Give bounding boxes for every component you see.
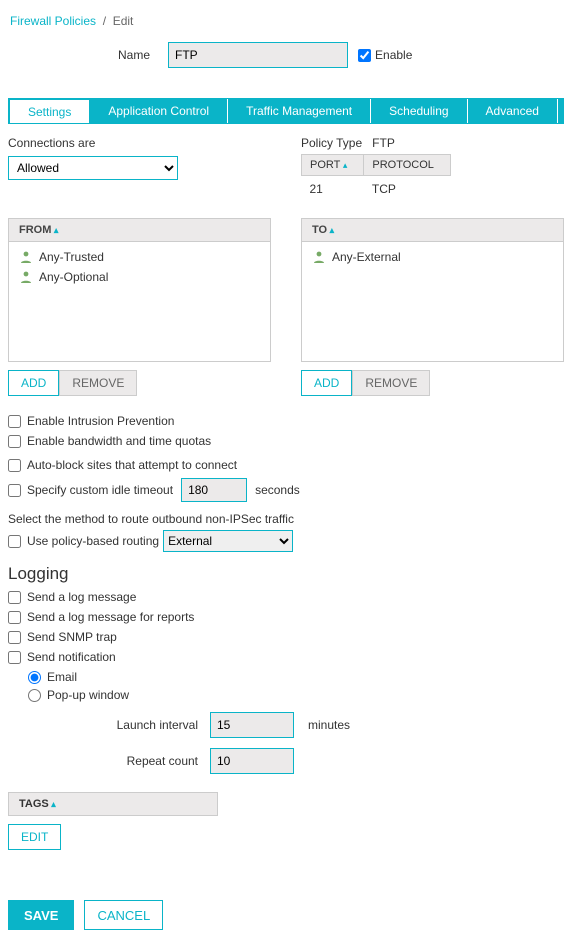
alias-icon xyxy=(19,270,33,284)
notify-label: Send notification xyxy=(27,650,116,664)
tab-settings[interactable]: Settings xyxy=(9,99,90,123)
repeat-count-label: Repeat count xyxy=(8,754,198,768)
notify-checkbox[interactable] xyxy=(8,651,21,664)
cancel-button[interactable]: CANCEL xyxy=(84,900,163,930)
launch-interval-input[interactable] xyxy=(210,712,294,738)
popup-radio[interactable] xyxy=(28,689,41,702)
enable-checkbox[interactable] xyxy=(358,49,371,62)
to-remove-button[interactable]: REMOVE xyxy=(352,370,430,396)
name-label: Name xyxy=(118,48,150,62)
quotas-checkbox[interactable] xyxy=(8,435,21,448)
to-header[interactable]: TO xyxy=(301,218,564,242)
protocol-header[interactable]: PROTOCOL xyxy=(364,155,451,176)
tags-edit-button[interactable]: EDIT xyxy=(8,824,61,850)
port-cell: 21 xyxy=(302,176,364,203)
repeat-count-input[interactable] xyxy=(210,748,294,774)
idle-timeout-label: Specify custom idle timeout xyxy=(27,483,173,497)
protocol-cell: TCP xyxy=(364,176,451,203)
logging-heading: Logging xyxy=(8,564,564,584)
list-item[interactable]: Any-External xyxy=(312,250,553,264)
member-label: Any-Optional xyxy=(39,270,108,284)
idle-timeout-unit: seconds xyxy=(255,483,300,497)
connections-select[interactable]: Allowed xyxy=(8,156,178,180)
connections-label: Connections are xyxy=(8,136,271,150)
list-item[interactable]: Any-Trusted xyxy=(19,250,260,264)
list-item[interactable]: Any-Optional xyxy=(19,270,260,284)
quotas-label: Enable bandwidth and time quotas xyxy=(27,434,211,448)
policy-type-value: FTP xyxy=(372,136,395,150)
from-remove-button[interactable]: REMOVE xyxy=(59,370,137,396)
port-header[interactable]: PORT xyxy=(302,155,364,176)
breadcrumb-parent[interactable]: Firewall Policies xyxy=(10,14,96,28)
snmp-label: Send SNMP trap xyxy=(27,630,117,644)
popup-radio-label: Pop-up window xyxy=(47,688,129,702)
ips-label: Enable Intrusion Prevention xyxy=(27,414,174,428)
from-add-button[interactable]: ADD xyxy=(8,370,59,396)
member-label: Any-External xyxy=(332,250,401,264)
email-radio[interactable] xyxy=(28,671,41,684)
launch-interval-unit: minutes xyxy=(308,718,350,732)
log-report-checkbox[interactable] xyxy=(8,611,21,624)
tab-advanced[interactable]: Advanced xyxy=(468,99,558,123)
from-header[interactable]: FROM xyxy=(8,218,271,242)
launch-interval-label: Launch interval xyxy=(8,718,198,732)
log-report-label: Send a log message for reports xyxy=(27,610,194,624)
alias-icon xyxy=(312,250,326,264)
port-table: PORT PROTOCOL 21 TCP xyxy=(301,154,451,202)
tab-application-control[interactable]: Application Control xyxy=(90,99,228,123)
breadcrumb-current: Edit xyxy=(113,14,134,28)
log-msg-checkbox[interactable] xyxy=(8,591,21,604)
tab-traffic-management[interactable]: Traffic Management xyxy=(228,99,371,123)
alias-icon xyxy=(19,250,33,264)
autoblock-label: Auto-block sites that attempt to connect xyxy=(27,458,237,472)
to-add-button[interactable]: ADD xyxy=(301,370,352,396)
email-radio-label: Email xyxy=(47,670,77,684)
routing-note: Select the method to route outbound non-… xyxy=(8,512,564,526)
autoblock-checkbox[interactable] xyxy=(8,459,21,472)
tab-scheduling[interactable]: Scheduling xyxy=(371,99,467,123)
ips-checkbox[interactable] xyxy=(8,415,21,428)
idle-timeout-checkbox[interactable] xyxy=(8,484,21,497)
table-row[interactable]: 21 TCP xyxy=(302,176,451,203)
routing-checkbox[interactable] xyxy=(8,535,21,548)
tags-header[interactable]: TAGS xyxy=(8,792,218,816)
routing-select[interactable]: External xyxy=(163,530,293,552)
tab-bar: Settings Application Control Traffic Man… xyxy=(8,98,564,124)
policy-type-label: Policy Type xyxy=(301,136,362,150)
enable-label: Enable xyxy=(375,48,412,62)
idle-timeout-input[interactable] xyxy=(181,478,247,502)
log-msg-label: Send a log message xyxy=(27,590,136,604)
snmp-checkbox[interactable] xyxy=(8,631,21,644)
name-input[interactable] xyxy=(168,42,348,68)
breadcrumb: Firewall Policies / Edit xyxy=(10,14,564,28)
member-label: Any-Trusted xyxy=(39,250,104,264)
routing-label: Use policy-based routing xyxy=(27,534,159,548)
save-button[interactable]: SAVE xyxy=(8,900,74,930)
to-list[interactable]: Any-External xyxy=(301,242,564,362)
from-list[interactable]: Any-Trusted Any-Optional xyxy=(8,242,271,362)
